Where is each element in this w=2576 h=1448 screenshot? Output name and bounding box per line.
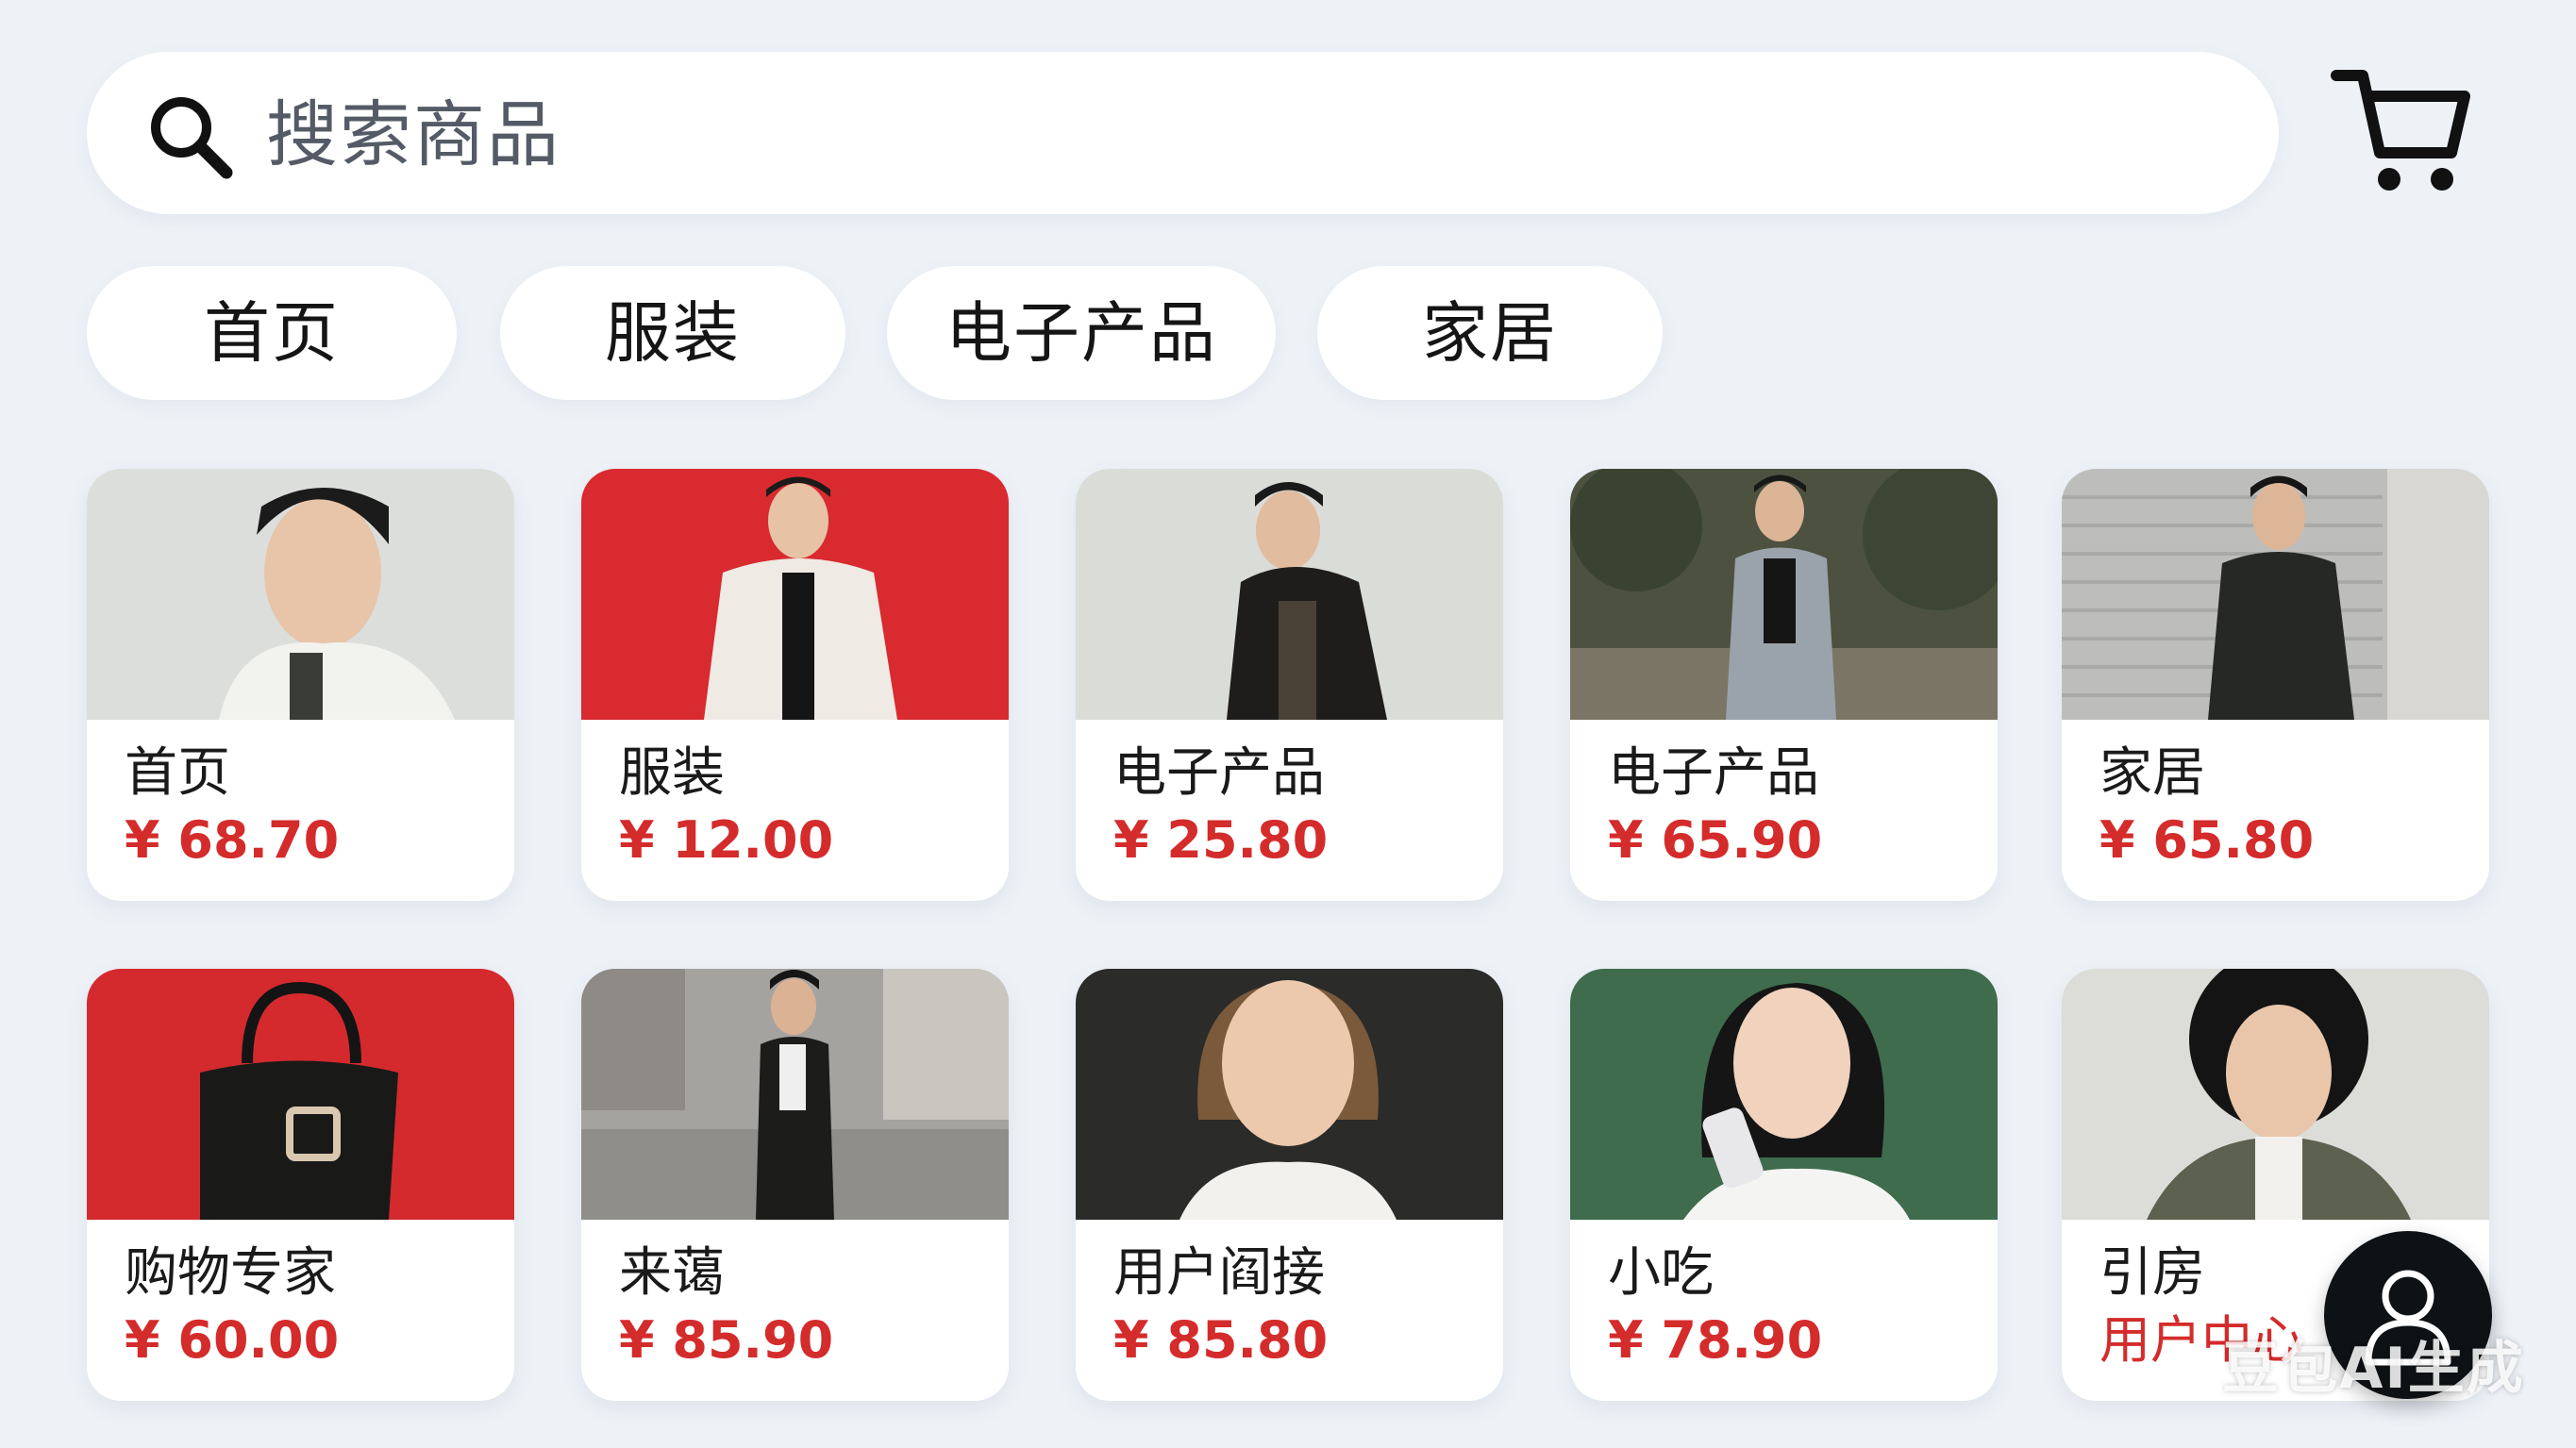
product-card[interactable]: 来蔼 ¥ 85.90 — [581, 969, 1009, 1401]
product-price: ¥ 85.90 — [619, 1310, 834, 1370]
tab-home[interactable]: 首页 — [87, 266, 457, 400]
product-image — [1076, 469, 1503, 720]
tab-clothing[interactable]: 服装 — [500, 266, 845, 400]
product-image — [581, 969, 1009, 1220]
shop-home-page: 搜索商品 首页 服装 电子产品 家居 首页 ¥ 68.70 服装 ¥ 12.00… — [0, 0, 2576, 1448]
product-image — [2062, 969, 2489, 1220]
product-image — [1570, 469, 1998, 720]
search-bar[interactable]: 搜索商品 — [87, 52, 2279, 214]
product-name: 服装 — [619, 742, 725, 804]
product-price: ¥ 68.70 — [125, 810, 340, 870]
product-image — [581, 469, 1009, 720]
cart-icon[interactable] — [2331, 62, 2472, 199]
tab-home-goods[interactable]: 家居 — [1317, 266, 1663, 400]
search-input[interactable]: 搜索商品 — [266, 97, 560, 173]
product-card[interactable]: 购物专家 ¥ 60.00 — [87, 969, 514, 1401]
product-name: 首页 — [125, 742, 230, 804]
product-card[interactable]: 服装 ¥ 12.00 — [581, 469, 1009, 901]
product-name: 来蔼 — [619, 1242, 725, 1304]
product-card[interactable]: 小吃 ¥ 78.90 — [1570, 969, 1998, 1401]
product-image — [87, 469, 514, 720]
product-card[interactable]: 家居 ¥ 65.80 — [2062, 469, 2489, 901]
product-name: 用户阎接 — [1113, 1242, 1325, 1304]
product-price: ¥ 60.00 — [125, 1310, 340, 1370]
product-price: ¥ 12.00 — [619, 810, 834, 870]
product-name: 购物专家 — [125, 1242, 336, 1304]
product-card[interactable]: 电子产品 ¥ 65.90 — [1570, 469, 1998, 901]
product-name: 引房 — [2099, 1242, 2205, 1304]
product-price: ¥ 78.90 — [1608, 1310, 1823, 1370]
search-icon[interactable] — [143, 90, 238, 184]
product-card[interactable]: 首页 ¥ 68.70 — [87, 469, 514, 901]
product-card[interactable]: 用户阎接 ¥ 85.80 — [1076, 969, 1503, 1401]
product-image — [2062, 469, 2489, 720]
product-card[interactable]: 电子产品 ¥ 25.80 — [1076, 469, 1503, 901]
product-price: ¥ 25.80 — [1113, 810, 1329, 870]
tab-electronics[interactable]: 电子产品 — [887, 266, 1276, 400]
product-price: ¥ 65.80 — [2099, 810, 2315, 870]
product-image — [87, 969, 514, 1220]
product-name: 小吃 — [1608, 1242, 1714, 1304]
product-price: ¥ 65.90 — [1608, 810, 1823, 870]
product-image — [1570, 969, 1998, 1220]
watermark: 豆包AI生成 — [2222, 1336, 2525, 1402]
product-name: 电子产品 — [1608, 742, 1819, 804]
product-name: 家居 — [2099, 742, 2205, 804]
product-image — [1076, 969, 1503, 1220]
product-name: 电子产品 — [1113, 742, 1325, 804]
product-price: ¥ 85.80 — [1113, 1310, 1329, 1370]
